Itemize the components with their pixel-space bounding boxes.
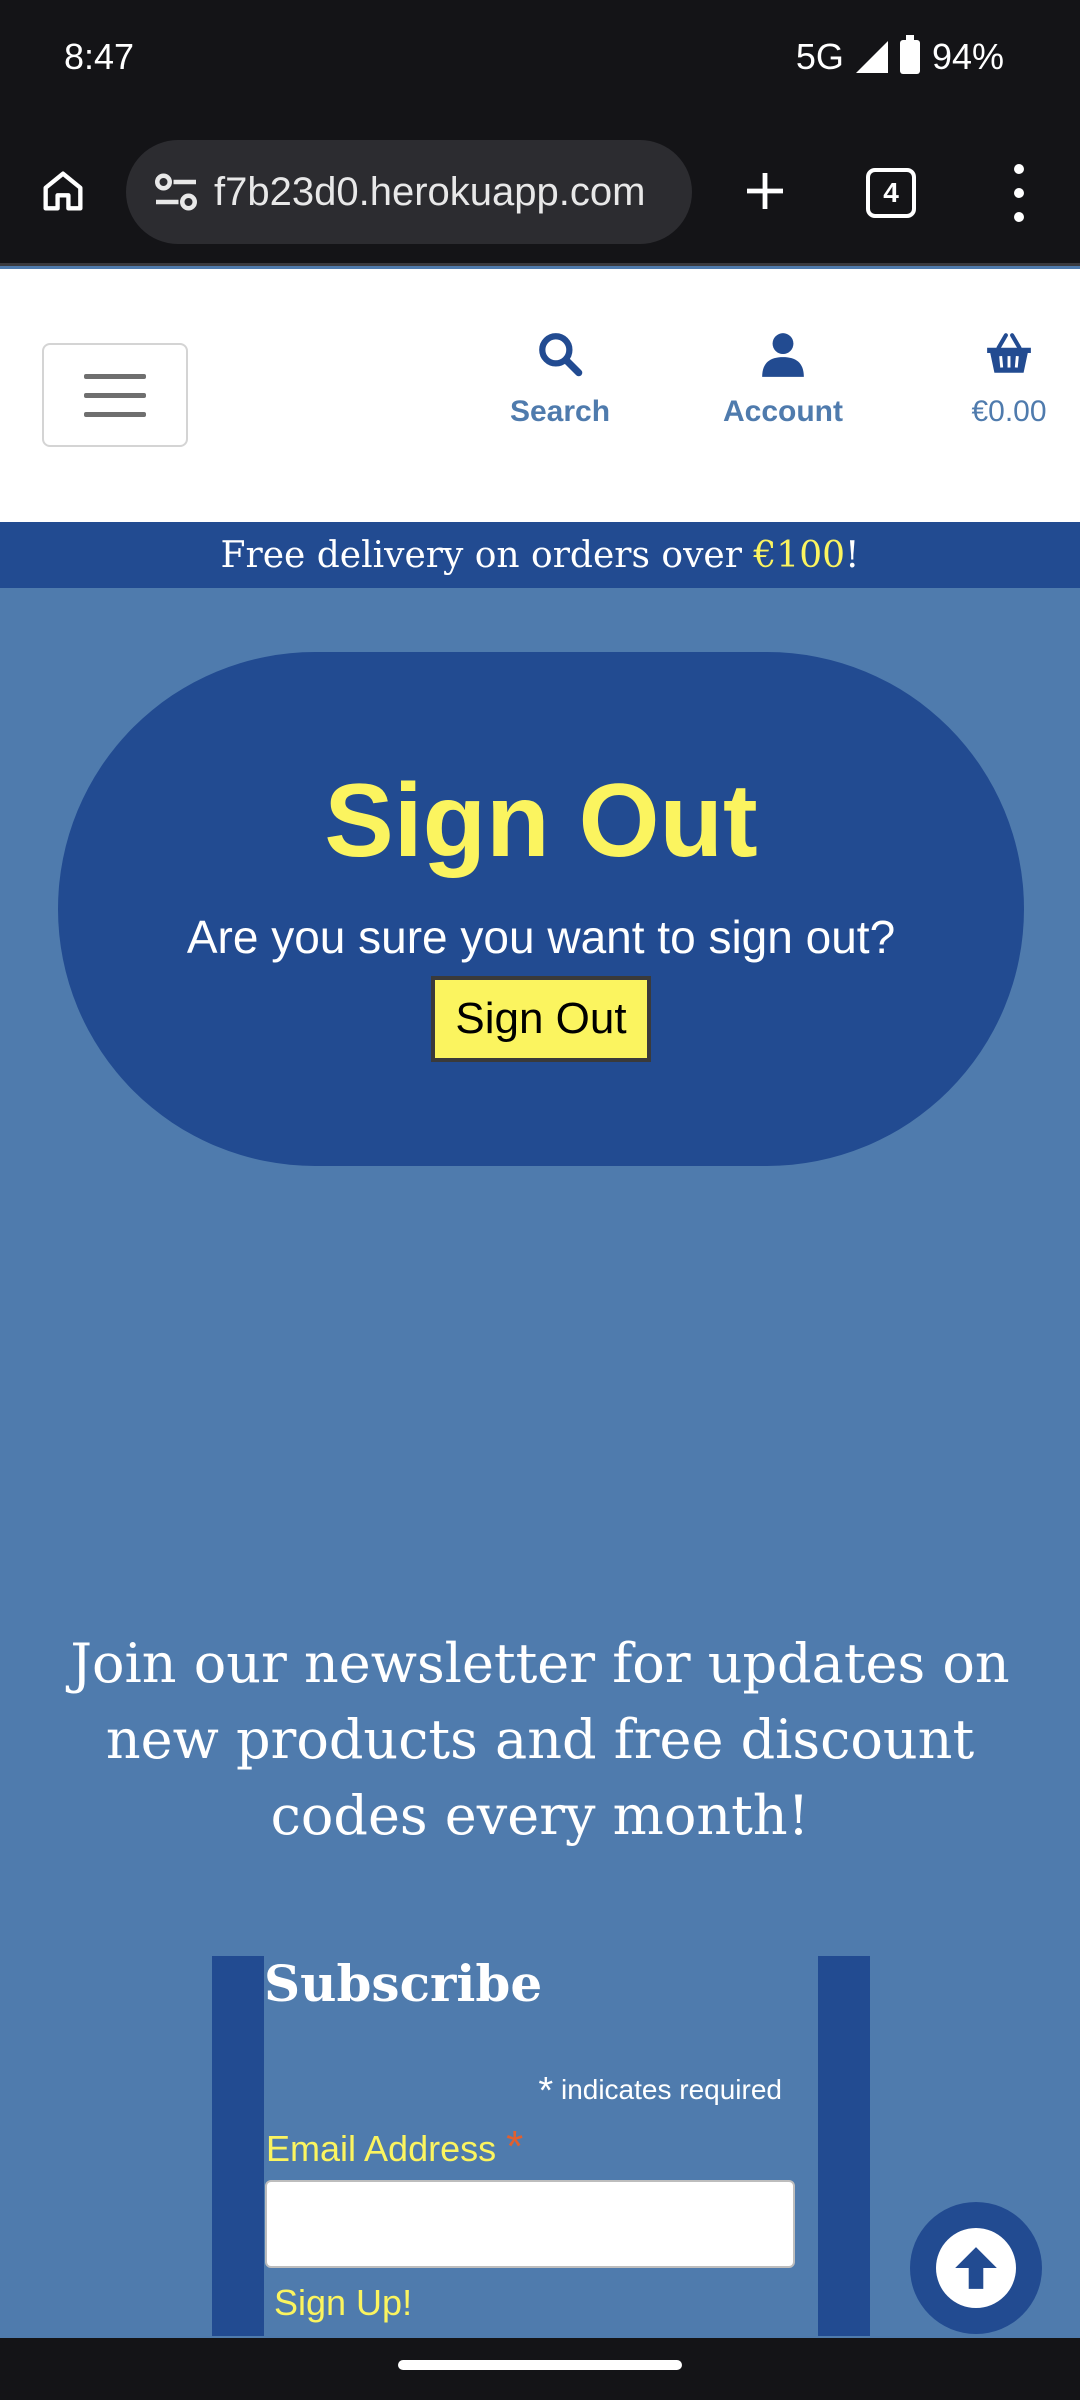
home-gesture-handle[interactable]: [398, 2360, 682, 2370]
battery-icon: [899, 35, 920, 74]
browser-toolbar: f7b23d0.herokuapp.com 4: [0, 118, 1080, 266]
bag-total: €0.00: [971, 395, 1047, 428]
nav-search-label: Search: [509, 395, 611, 428]
status-time: 8:47: [64, 36, 135, 77]
search-icon: [539, 333, 583, 377]
signout-question: Are you sure you want to sign out?: [186, 911, 896, 963]
nav-account-label: Account: [723, 395, 843, 428]
battery-level: 94%: [931, 36, 1004, 77]
email-label-text: Email Address: [266, 2128, 497, 2169]
url-text: f7b23d0.herokuapp.com: [214, 169, 646, 214]
network-label: 5G: [795, 36, 844, 77]
delivery-banner: Free delivery on orders over €100!: [0, 522, 1080, 588]
email-required-mark: *: [506, 2122, 524, 2171]
page-title: Sign Out: [324, 763, 758, 879]
nav-search[interactable]: Search: [500, 329, 620, 429]
nav-account[interactable]: Account: [708, 329, 858, 429]
sign-up-button[interactable]: Sign Up!: [274, 2282, 412, 2324]
required-note: * indicates required: [538, 2070, 782, 2113]
arrow-up-icon: [955, 2247, 997, 2289]
sign-out-button[interactable]: Sign Out: [431, 976, 651, 1062]
banner-text: Free delivery on orders over: [220, 534, 754, 576]
home-icon[interactable]: [28, 156, 98, 226]
hamburger-menu-button[interactable]: [42, 343, 188, 447]
signal-icon: [855, 41, 888, 73]
required-asterisk: *: [538, 2070, 554, 2112]
status-bar: 8:47 5G 94%: [0, 0, 1080, 118]
more-vert-icon[interactable]: [994, 158, 1044, 228]
banner-suffix: !: [845, 534, 860, 576]
scroll-top-button[interactable]: [910, 2202, 1042, 2334]
required-note-text: indicates required: [560, 2073, 782, 2105]
signout-card: Sign Out Are you sure you want to sign o…: [58, 652, 1024, 1166]
subscribe-title: Subscribe: [264, 1954, 543, 2013]
status-indicators: 5G 94%: [795, 35, 1004, 78]
user-icon: [762, 333, 804, 377]
gesture-bar: [0, 2338, 1080, 2400]
tune-icon[interactable]: [146, 162, 206, 222]
newsletter-text: Join our newsletter for updates on new p…: [70, 1632, 1010, 1847]
address-bar[interactable]: f7b23d0.herokuapp.com: [126, 140, 692, 244]
email-field[interactable]: [265, 2180, 795, 2268]
plus-icon[interactable]: [730, 156, 800, 226]
basket-icon: [987, 333, 1031, 373]
nav-bag[interactable]: €0.00: [944, 329, 1074, 429]
email-label: Email Address *: [266, 2122, 523, 2172]
tab-switcher-button[interactable]: 4: [866, 168, 916, 218]
site-header: Search Account €0.00: [0, 269, 1080, 522]
banner-threshold: €100: [753, 534, 846, 576]
